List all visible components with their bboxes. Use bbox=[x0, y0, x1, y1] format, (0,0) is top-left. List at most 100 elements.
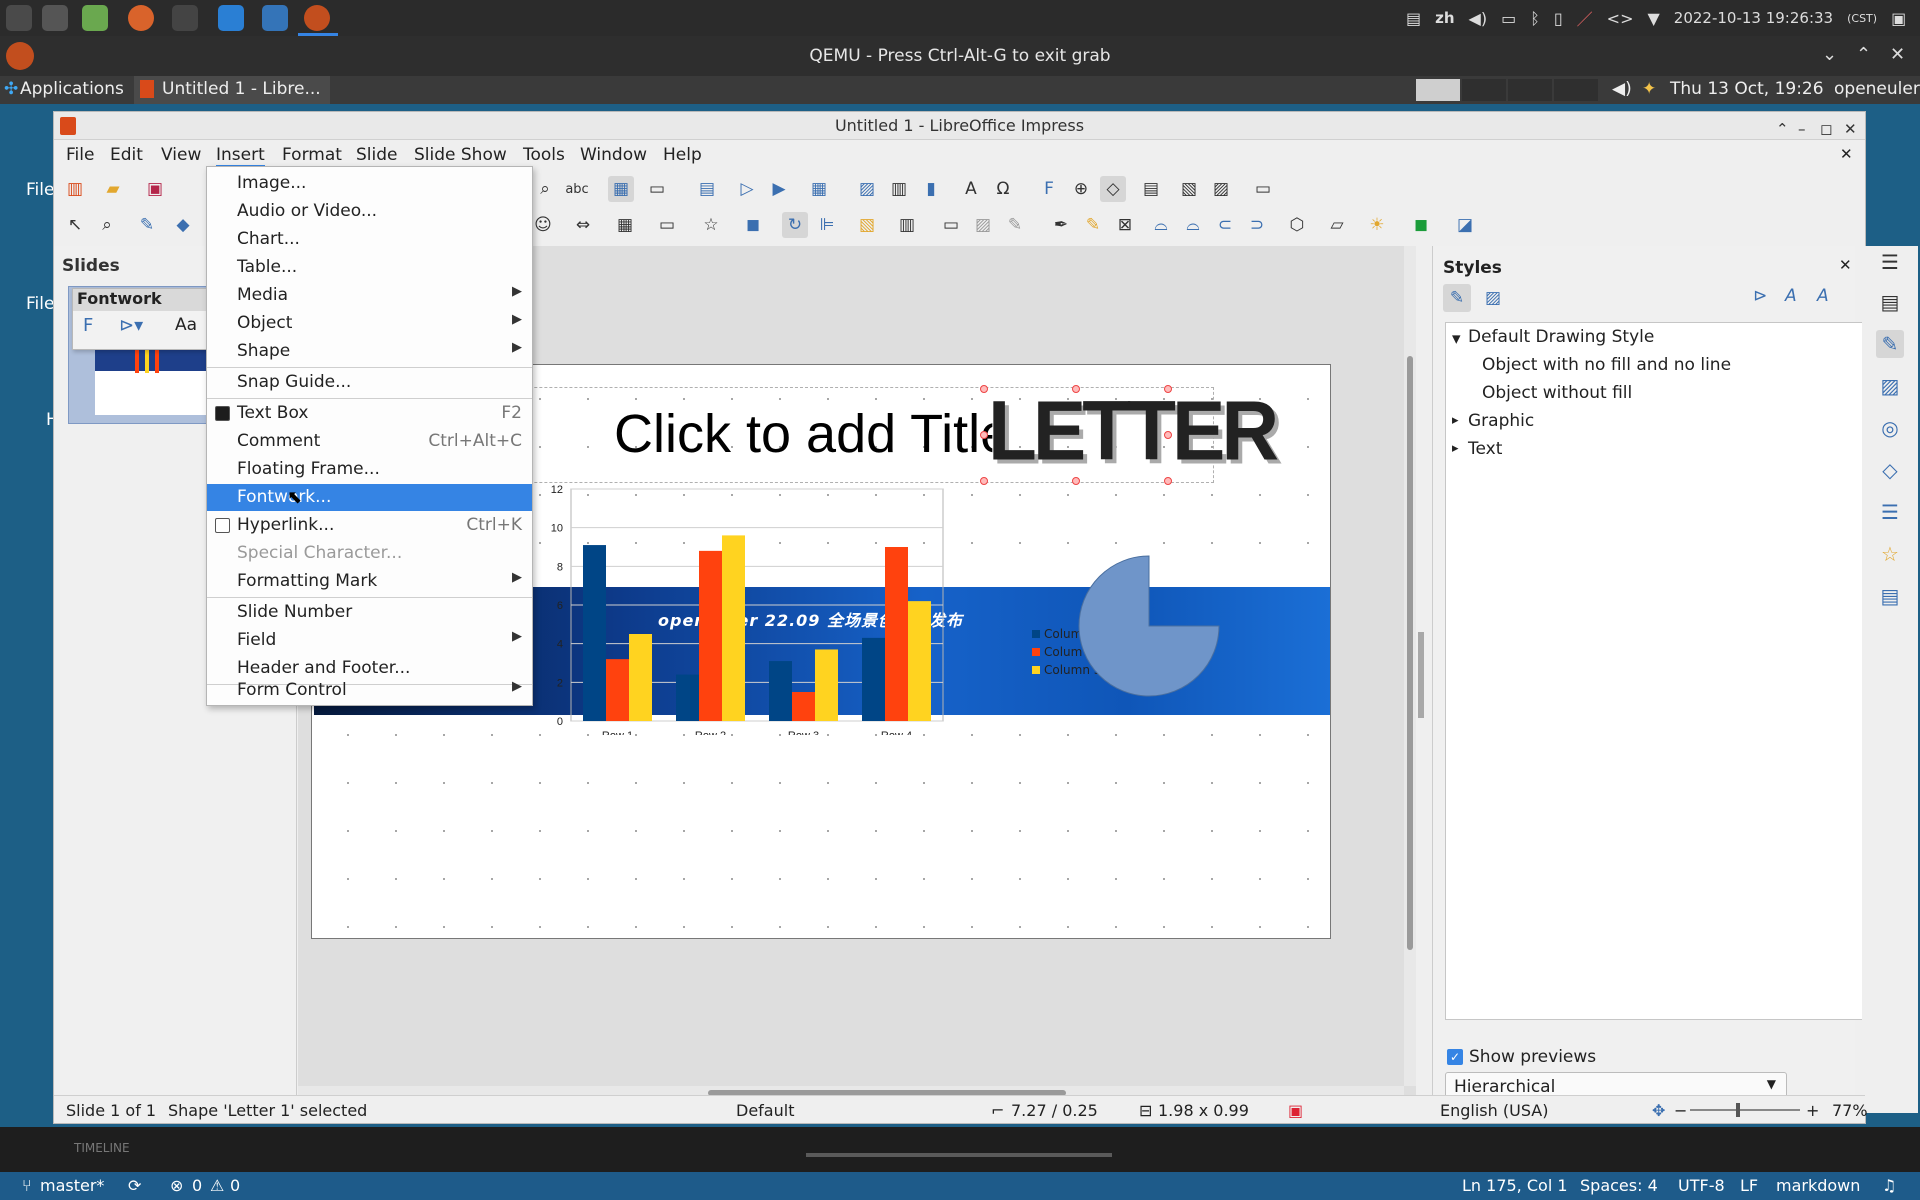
filter-icon[interactable]: ✎ bbox=[1002, 212, 1028, 238]
menu-insert[interactable]: Insert bbox=[216, 145, 265, 167]
zoom-in-icon[interactable]: + bbox=[1806, 1101, 1819, 1120]
menu-slide[interactable]: Slide bbox=[356, 145, 398, 165]
grid-icon[interactable]: ▦ bbox=[608, 176, 634, 202]
line-color-icon[interactable]: ✎ bbox=[134, 212, 160, 238]
guest-clock[interactable]: Thu 13 Oct, 19:26 bbox=[1670, 79, 1824, 99]
system-menu-icon[interactable] bbox=[6, 5, 32, 31]
3d-objects-icon[interactable]: ◼ bbox=[740, 212, 766, 238]
open-icon[interactable]: ▰ bbox=[100, 176, 126, 202]
screenshot-icon[interactable]: ▣ bbox=[1891, 9, 1906, 28]
maximize-icon[interactable]: ⌃ bbox=[1856, 44, 1871, 65]
shadow-icon[interactable]: ▭ bbox=[938, 212, 964, 238]
slide-layout-icon[interactable]: ▭ bbox=[1250, 176, 1276, 202]
window-close-icon[interactable]: ✕ bbox=[1844, 115, 1857, 143]
warning-count[interactable]: 0 bbox=[230, 1176, 240, 1195]
bar-chart[interactable]: 0 2 4 6 8 10 12 Row 1 Row 2 Row 3 Row 4 bbox=[517, 475, 1157, 735]
collapse-icon[interactable]: ▸ bbox=[1452, 413, 1459, 428]
menu-item-slide-number[interactable]: Slide Number bbox=[207, 599, 532, 626]
menu-slideshow[interactable]: Slide Show bbox=[414, 145, 507, 165]
textbox-icon[interactable]: A bbox=[958, 176, 984, 202]
menu-item-floating-frame[interactable]: Floating Frame... bbox=[207, 456, 532, 483]
display-views-icon[interactable]: ▭ bbox=[644, 176, 670, 202]
menu-item-shape[interactable]: Shape ▶ bbox=[207, 338, 532, 365]
sidebar-menu-icon[interactable]: ☰ bbox=[1876, 248, 1904, 276]
window-minimize-icon[interactable]: – bbox=[1798, 115, 1806, 143]
select-icon[interactable]: ↖ bbox=[62, 212, 88, 238]
stars-icon[interactable]: ☆ bbox=[698, 212, 724, 238]
zoom-slider[interactable] bbox=[1690, 1103, 1800, 1117]
zoom-level[interactable]: 77% bbox=[1832, 1101, 1868, 1120]
terminal-icon[interactable] bbox=[42, 5, 68, 31]
workspace-2[interactable] bbox=[1462, 79, 1506, 101]
menu-item-formatting-mark[interactable]: Formatting Mark ▶ bbox=[207, 568, 532, 595]
menu-item-snap-guide[interactable]: Snap Guide... bbox=[207, 369, 532, 396]
workspace-4[interactable] bbox=[1554, 79, 1598, 101]
arrange-icon[interactable]: ▧ bbox=[854, 212, 880, 238]
vertical-scrollbar-thumb[interactable] bbox=[1407, 356, 1413, 950]
depth-icon[interactable]: ⬡ bbox=[1284, 212, 1310, 238]
find-replace-icon[interactable]: ⌕ bbox=[532, 176, 558, 202]
align-icon[interactable]: ⊫ bbox=[814, 212, 840, 238]
block-arrows-icon[interactable]: ⇔ bbox=[570, 212, 596, 238]
glue-points-icon[interactable]: ✎ bbox=[1080, 212, 1106, 238]
vscode-icon[interactable] bbox=[262, 5, 288, 31]
lighting-icon[interactable]: ☀ bbox=[1364, 212, 1390, 238]
language-status[interactable]: English (USA) bbox=[1440, 1101, 1548, 1120]
selection-handle[interactable] bbox=[1164, 477, 1172, 485]
fill-format-icon[interactable]: ⊳ bbox=[1753, 286, 1767, 306]
error-count[interactable]: 0 bbox=[192, 1176, 202, 1195]
battery-icon[interactable]: ▭ bbox=[1501, 9, 1516, 28]
menu-item-table[interactable]: Table... bbox=[207, 254, 532, 281]
tilt-down-icon[interactable]: ⌓ bbox=[1148, 212, 1174, 238]
clipboard-icon[interactable]: ▤ bbox=[1406, 9, 1421, 28]
document-modified-icon[interactable]: ▣ bbox=[1288, 1101, 1303, 1120]
zoom-icon[interactable]: ⌕ bbox=[94, 212, 120, 238]
style-item-default[interactable]: Default Drawing Style bbox=[1468, 327, 1654, 347]
distribute-icon[interactable]: ▥ bbox=[894, 212, 920, 238]
animation-icon[interactable]: ☆ bbox=[1876, 540, 1904, 568]
selection-handle[interactable] bbox=[1164, 431, 1172, 439]
selection-handle[interactable] bbox=[980, 431, 988, 439]
fontwork-toolbar-title[interactable]: Fontwork bbox=[73, 289, 223, 311]
new-style-icon[interactable]: A bbox=[1785, 286, 1797, 306]
collapse-icon[interactable]: ▸ bbox=[1452, 441, 1459, 456]
tilt-up-icon[interactable]: ⌓ bbox=[1180, 212, 1206, 238]
wifi-icon[interactable]: ▼ bbox=[1647, 9, 1659, 28]
menu-item-text-box[interactable]: Text Box F2 bbox=[207, 400, 532, 427]
fit-slide-icon[interactable]: ✥ bbox=[1652, 1101, 1665, 1120]
language-mode[interactable]: markdown bbox=[1776, 1176, 1860, 1195]
master-slide-name[interactable]: Default bbox=[736, 1101, 794, 1120]
flowchart-icon[interactable]: ▦ bbox=[612, 212, 638, 238]
sidebar-splitter[interactable] bbox=[1418, 632, 1424, 718]
start-first-slide-icon[interactable]: ▷ bbox=[734, 176, 760, 202]
terminal2-icon[interactable] bbox=[172, 5, 198, 31]
menu-file[interactable]: File bbox=[66, 145, 94, 165]
menu-item-comment[interactable]: Comment Ctrl+Alt+C bbox=[207, 428, 532, 455]
zoom-out-icon[interactable]: − bbox=[1674, 1101, 1687, 1120]
remote-icon[interactable] bbox=[218, 5, 244, 31]
tilt-right-icon[interactable]: ⊃ bbox=[1244, 212, 1270, 238]
close-document-icon[interactable]: ✕ bbox=[1840, 145, 1853, 163]
guest-notify-icon[interactable]: ✦ bbox=[1642, 79, 1656, 99]
menu-window[interactable]: Window bbox=[580, 145, 647, 165]
transformations-icon[interactable]: ↻ bbox=[782, 212, 808, 238]
media-icon[interactable]: ▥ bbox=[886, 176, 912, 202]
navigator-icon[interactable]: ◎ bbox=[1876, 414, 1904, 442]
network-off-icon[interactable]: ／ bbox=[1577, 6, 1593, 30]
menu-item-field[interactable]: Field ▶ bbox=[207, 627, 532, 654]
crop-icon[interactable]: ▨ bbox=[970, 212, 996, 238]
slide-transition-icon[interactable]: ☰ bbox=[1876, 498, 1904, 526]
properties-icon[interactable]: ▤ bbox=[1876, 288, 1904, 316]
new-icon[interactable]: ▥ bbox=[62, 176, 88, 202]
drawing-styles-icon[interactable]: ✎ bbox=[1443, 284, 1471, 312]
symbol-shapes-icon[interactable]: ☺ bbox=[530, 212, 556, 238]
title-placeholder[interactable]: Click to add Title bbox=[614, 403, 1010, 465]
new-slide-icon[interactable]: ▤ bbox=[1138, 176, 1164, 202]
start-current-slide-icon[interactable]: ▶ bbox=[766, 176, 792, 202]
notifications-icon[interactable]: ♫ bbox=[1882, 1176, 1896, 1195]
menu-item-media[interactable]: Media ▶ bbox=[207, 282, 532, 309]
fill-color-icon[interactable]: ◆ bbox=[170, 212, 196, 238]
qemu-icon[interactable] bbox=[304, 5, 330, 31]
fontwork-object[interactable]: LETTER bbox=[980, 384, 1279, 485]
table-icon[interactable]: ▦ bbox=[806, 176, 832, 202]
